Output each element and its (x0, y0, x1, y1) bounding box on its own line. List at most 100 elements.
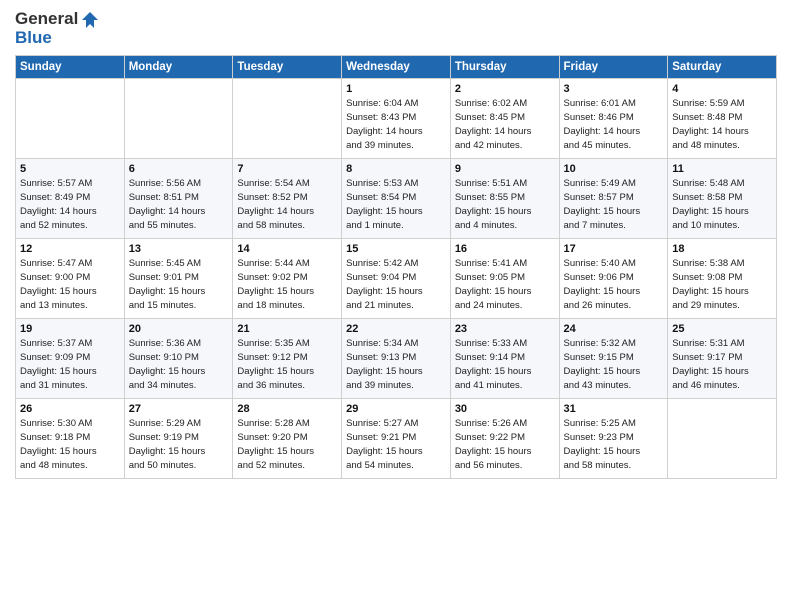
cell-daylight-info: Sunrise: 5:30 AMSunset: 9:18 PMDaylight:… (20, 417, 120, 472)
calendar-cell: 18 Sunrise: 5:38 AMSunset: 9:08 PMDayligh… (668, 239, 777, 319)
cell-day-number: 30 (455, 403, 555, 415)
cell-day-number: 1 (346, 83, 446, 95)
cell-day-number: 18 (672, 243, 772, 255)
page: General Blue SundayMondayTuesdayWednesda… (0, 0, 792, 612)
calendar-week-row: 5 Sunrise: 5:57 AMSunset: 8:49 PMDaylight… (16, 159, 777, 239)
cell-daylight-info: Sunrise: 5:54 AMSunset: 8:52 PMDaylight:… (237, 177, 337, 232)
calendar-cell: 28 Sunrise: 5:28 AMSunset: 9:20 PMDayligh… (233, 399, 342, 479)
cell-day-number: 3 (564, 83, 664, 95)
cell-daylight-info: Sunrise: 5:27 AMSunset: 9:21 PMDaylight:… (346, 417, 446, 472)
cell-daylight-info: Sunrise: 5:53 AMSunset: 8:54 PMDaylight:… (346, 177, 446, 232)
calendar-cell: 3 Sunrise: 6:01 AMSunset: 8:46 PMDaylight… (559, 79, 668, 159)
cell-day-number: 19 (20, 323, 120, 335)
calendar-cell: 24 Sunrise: 5:32 AMSunset: 9:15 PMDayligh… (559, 319, 668, 399)
cell-daylight-info: Sunrise: 5:49 AMSunset: 8:57 PMDaylight:… (564, 177, 664, 232)
cell-day-number: 21 (237, 323, 337, 335)
cell-day-number: 26 (20, 403, 120, 415)
calendar-cell: 19 Sunrise: 5:37 AMSunset: 9:09 PMDayligh… (16, 319, 125, 399)
cell-daylight-info: Sunrise: 6:04 AMSunset: 8:43 PMDaylight:… (346, 97, 446, 152)
calendar-cell: 21Sunrise: 5:35 AMSunset: 9:12 PMDayligh… (233, 319, 342, 399)
calendar-cell: 2Sunrise: 6:02 AMSunset: 8:45 PMDaylight… (450, 79, 559, 159)
weekday-header: Monday (124, 56, 233, 79)
calendar-cell: 13 Sunrise: 5:45 AMSunset: 9:01 PMDayligh… (124, 239, 233, 319)
cell-daylight-info: Sunrise: 5:32 AMSunset: 9:15 PMDaylight:… (564, 337, 664, 392)
calendar-cell (668, 399, 777, 479)
cell-daylight-info: Sunrise: 5:29 AMSunset: 9:19 PMDaylight:… (129, 417, 229, 472)
weekday-header: Tuesday (233, 56, 342, 79)
cell-daylight-info: Sunrise: 5:31 AMSunset: 9:17 PMDaylight:… (672, 337, 772, 392)
cell-day-number: 9 (455, 163, 555, 175)
calendar-table: SundayMondayTuesdayWednesdayThursdayFrid… (15, 55, 777, 479)
calendar-cell: 16 Sunrise: 5:41 AMSunset: 9:05 PMDayligh… (450, 239, 559, 319)
calendar-cell (233, 79, 342, 159)
cell-day-number: 22 (346, 323, 446, 335)
cell-day-number: 28 (237, 403, 337, 415)
cell-daylight-info: Sunrise: 5:45 AMSunset: 9:01 PMDaylight:… (129, 257, 229, 312)
cell-day-number: 24 (564, 323, 664, 335)
calendar-cell: 10 Sunrise: 5:49 AMSunset: 8:57 PMDayligh… (559, 159, 668, 239)
calendar-cell: 29 Sunrise: 5:27 AMSunset: 9:21 PMDayligh… (342, 399, 451, 479)
calendar-cell: 11 Sunrise: 5:48 AMSunset: 8:58 PMDayligh… (668, 159, 777, 239)
weekday-header: Thursday (450, 56, 559, 79)
cell-daylight-info: Sunrise: 5:48 AMSunset: 8:58 PMDaylight:… (672, 177, 772, 232)
cell-day-number: 16 (455, 243, 555, 255)
cell-day-number: 7 (237, 163, 337, 175)
cell-day-number: 13 (129, 243, 229, 255)
cell-daylight-info: Sunrise: 5:51 AMSunset: 8:55 PMDaylight:… (455, 177, 555, 232)
calendar-week-row: 26 Sunrise: 5:30 AMSunset: 9:18 PMDayligh… (16, 399, 777, 479)
calendar-week-row: 12Sunrise: 5:47 AMSunset: 9:00 PMDayligh… (16, 239, 777, 319)
cell-daylight-info: Sunrise: 5:36 AMSunset: 9:10 PMDaylight:… (129, 337, 229, 392)
cell-day-number: 27 (129, 403, 229, 415)
cell-daylight-info: Sunrise: 5:56 AMSunset: 8:51 PMDaylight:… (129, 177, 229, 232)
cell-daylight-info: Sunrise: 5:33 AMSunset: 9:14 PMDaylight:… (455, 337, 555, 392)
cell-day-number: 31 (564, 403, 664, 415)
weekday-header: Sunday (16, 56, 125, 79)
cell-day-number: 12 (20, 243, 120, 255)
cell-daylight-info: Sunrise: 5:41 AMSunset: 9:05 PMDaylight:… (455, 257, 555, 312)
cell-daylight-info: Sunrise: 5:37 AMSunset: 9:09 PMDaylight:… (20, 337, 120, 392)
cell-day-number: 29 (346, 403, 446, 415)
calendar-cell: 14 Sunrise: 5:44 AMSunset: 9:02 PMDayligh… (233, 239, 342, 319)
cell-daylight-info: Sunrise: 5:25 AMSunset: 9:23 PMDaylight:… (564, 417, 664, 472)
cell-daylight-info: Sunrise: 5:57 AMSunset: 8:49 PMDaylight:… (20, 177, 120, 232)
cell-day-number: 14 (237, 243, 337, 255)
cell-daylight-info: Sunrise: 6:01 AMSunset: 8:46 PMDaylight:… (564, 97, 664, 152)
cell-daylight-info: Sunrise: 5:38 AMSunset: 9:08 PMDaylight:… (672, 257, 772, 312)
cell-day-number: 5 (20, 163, 120, 175)
calendar-cell: 23Sunrise: 5:33 AMSunset: 9:14 PMDayligh… (450, 319, 559, 399)
cell-day-number: 4 (672, 83, 772, 95)
cell-day-number: 15 (346, 243, 446, 255)
cell-day-number: 8 (346, 163, 446, 175)
calendar-cell: 5 Sunrise: 5:57 AMSunset: 8:49 PMDaylight… (16, 159, 125, 239)
logo: General Blue (15, 10, 100, 47)
cell-day-number: 6 (129, 163, 229, 175)
calendar-cell (124, 79, 233, 159)
cell-day-number: 2 (455, 83, 555, 95)
calendar-cell: 8 Sunrise: 5:53 AMSunset: 8:54 PMDaylight… (342, 159, 451, 239)
header: General Blue (15, 10, 777, 47)
cell-day-number: 11 (672, 163, 772, 175)
cell-day-number: 17 (564, 243, 664, 255)
calendar-cell (16, 79, 125, 159)
calendar-cell: 12Sunrise: 5:47 AMSunset: 9:00 PMDayligh… (16, 239, 125, 319)
logo-icon (80, 10, 100, 30)
calendar-header-row: SundayMondayTuesdayWednesdayThursdayFrid… (16, 56, 777, 79)
calendar-cell: 26 Sunrise: 5:30 AMSunset: 9:18 PMDayligh… (16, 399, 125, 479)
calendar-cell: 9 Sunrise: 5:51 AMSunset: 8:55 PMDaylight… (450, 159, 559, 239)
cell-daylight-info: Sunrise: 5:28 AMSunset: 9:20 PMDaylight:… (237, 417, 337, 472)
cell-daylight-info: Sunrise: 5:44 AMSunset: 9:02 PMDaylight:… (237, 257, 337, 312)
weekday-header: Friday (559, 56, 668, 79)
calendar-cell: 27 Sunrise: 5:29 AMSunset: 9:19 PMDayligh… (124, 399, 233, 479)
calendar-cell: 20 Sunrise: 5:36 AMSunset: 9:10 PMDayligh… (124, 319, 233, 399)
calendar-cell: 25Sunrise: 5:31 AMSunset: 9:17 PMDayligh… (668, 319, 777, 399)
cell-day-number: 20 (129, 323, 229, 335)
cell-day-number: 10 (564, 163, 664, 175)
calendar-week-row: 1 Sunrise: 6:04 AMSunset: 8:43 PMDaylight… (16, 79, 777, 159)
logo-general-text: General (15, 10, 78, 29)
calendar-cell: 1 Sunrise: 6:04 AMSunset: 8:43 PMDaylight… (342, 79, 451, 159)
logo-blue-text: Blue (15, 29, 100, 48)
calendar-cell: 31 Sunrise: 5:25 AMSunset: 9:23 PMDayligh… (559, 399, 668, 479)
cell-daylight-info: Sunrise: 5:59 AMSunset: 8:48 PMDaylight:… (672, 97, 772, 152)
cell-daylight-info: Sunrise: 5:26 AMSunset: 9:22 PMDaylight:… (455, 417, 555, 472)
calendar-cell: 17Sunrise: 5:40 AMSunset: 9:06 PMDayligh… (559, 239, 668, 319)
